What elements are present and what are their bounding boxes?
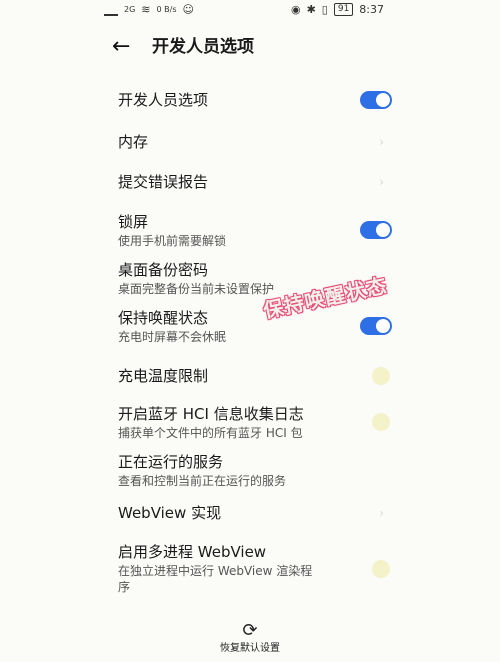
setting-label: 开发人员选项 (118, 91, 209, 109)
status-left: 2G ≋ 0 B/s ☺ (104, 3, 194, 16)
setting-memory[interactable]: 内存 › (118, 132, 388, 152)
setting-bluetooth-hci-log[interactable]: 开启蓝牙 HCI 信息收集日志 捕获单个文件中的所有蓝牙 HCI 包 (118, 404, 390, 441)
setting-label: 保持唤醒状态 (118, 309, 209, 327)
setting-bug-report[interactable]: 提交错误报告 › (118, 172, 388, 192)
status-dot (372, 413, 390, 431)
status-right: ◉ ✱ ▯ 91 8:37 (291, 3, 384, 16)
setting-desc: 在独立进程中运行 WebView 渲染程 序 (118, 564, 313, 594)
setting-multiprocess-webview[interactable]: 启用多进程 WebView 在独立进程中运行 WebView 渲染程 序 (118, 542, 390, 595)
restore-defaults-button[interactable]: ⟳ 恢复默认设置 (210, 622, 290, 656)
eye-icon: ◉ (290, 3, 301, 16)
setting-desc: 充电时屏幕不会休眠 (118, 330, 227, 344)
clock-time: 8:37 (359, 3, 384, 16)
setting-label: 充电温度限制 (118, 367, 209, 385)
refresh-icon: ⟳ (242, 620, 258, 641)
page-title: 开发人员选项 (152, 37, 254, 57)
setting-desc: 使用手机前需要解锁 (118, 234, 227, 248)
developer-options-toggle[interactable] (360, 91, 392, 109)
status-dot (372, 560, 390, 578)
setting-label: 启用多进程 WebView (118, 543, 267, 561)
setting-label: WebView 实现 (118, 504, 222, 522)
status-bar: 2G ≋ 0 B/s ☺ ◉ ✱ ▯ 91 8:37 (0, 0, 500, 22)
status-dot (372, 367, 390, 385)
setting-label: 正在运行的服务 (118, 453, 224, 471)
setting-stay-awake[interactable]: 保持唤醒状态 充电时屏幕不会休眠 (118, 308, 392, 345)
header: ← 开发人员选项 (0, 28, 500, 64)
restore-defaults-label: 恢复默认设置 (220, 643, 280, 654)
setting-developer-options[interactable]: 开发人员选项 (118, 90, 392, 110)
signal-icon (104, 4, 118, 16)
bluetooth-icon: ✱ (306, 3, 316, 16)
network-type: 2G (124, 4, 136, 14)
setting-label: 提交错误报告 (118, 173, 209, 191)
setting-label: 内存 (118, 133, 149, 151)
notification-icon: ☺ (182, 3, 194, 16)
setting-running-services[interactable]: 正在运行的服务 查看和控制当前正在运行的服务 (118, 452, 388, 489)
setting-label: 开启蓝牙 HCI 信息收集日志 (118, 405, 304, 423)
stay-awake-toggle[interactable] (360, 317, 392, 335)
setting-charging-temp-limit[interactable]: 充电温度限制 (118, 366, 390, 386)
chevron-right-icon: › (379, 175, 384, 189)
setting-webview-implementation[interactable]: WebView 实现 › (118, 503, 388, 523)
vibrate-icon: ▯ (321, 3, 328, 16)
lock-screen-toggle[interactable] (360, 221, 392, 239)
network-speed: 0 B/s (156, 4, 177, 14)
chevron-right-icon: › (379, 506, 384, 520)
chevron-right-icon: › (379, 135, 384, 149)
setting-desc: 捕获单个文件中的所有蓝牙 HCI 包 (118, 426, 303, 440)
setting-label: 锁屏 (118, 213, 149, 231)
battery-icon: 91 (333, 3, 354, 16)
arrow-left-icon[interactable]: ← (112, 34, 138, 60)
setting-desc: 查看和控制当前正在运行的服务 (118, 474, 287, 488)
wifi-icon: ≋ (141, 3, 151, 16)
setting-lock-screen[interactable]: 锁屏 使用手机前需要解锁 (118, 212, 392, 249)
